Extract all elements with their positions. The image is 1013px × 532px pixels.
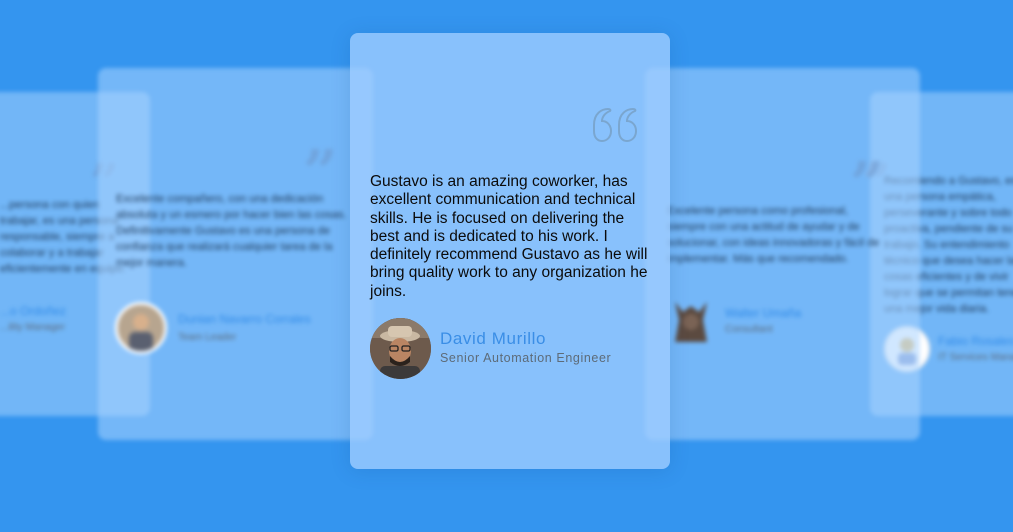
testimonial-text: Gustavo is an amazing coworker, has exce… xyxy=(370,173,648,300)
testimonial-author-role: Senior Automation Engineer xyxy=(440,351,612,365)
testimonial-author-name: Walter Umaña xyxy=(725,306,802,320)
testimonial-author-name: Dunian Navarro Corrales xyxy=(178,312,311,326)
testimonial-author-role: ...ility Manager xyxy=(0,322,66,333)
quote-mark-icon xyxy=(590,107,642,147)
avatar xyxy=(669,298,713,346)
testimonial-author-name: ...o Ordoñez xyxy=(0,304,67,318)
avatar xyxy=(115,302,167,354)
testimonial-author-role: Team Leader xyxy=(178,332,237,343)
testimonial-author-role: IT Services Manager xyxy=(938,352,1013,363)
testimonials-carousel: ” ...persona con quien trabajar, es una … xyxy=(0,0,1013,532)
testimonial-author-name: Fabio Rosales xyxy=(938,334,1013,348)
testimonial-card-right[interactable]: ” Excelente persona como profesional, si… xyxy=(645,68,920,440)
testimonial-text: Excelente compañero, con una dedicación … xyxy=(116,193,347,269)
testimonial-text: Excelente persona como profesional, siem… xyxy=(667,205,880,265)
testimonial-author-role: Consultant xyxy=(725,324,773,335)
testimonial-card-active[interactable]: Gustavo is an amazing coworker, has exce… xyxy=(350,33,670,469)
avatar xyxy=(370,318,431,379)
testimonial-card-left[interactable]: ” Excelente compañero, con una dedicació… xyxy=(98,68,373,440)
testimonial-author-name: David Murillo xyxy=(440,329,547,348)
